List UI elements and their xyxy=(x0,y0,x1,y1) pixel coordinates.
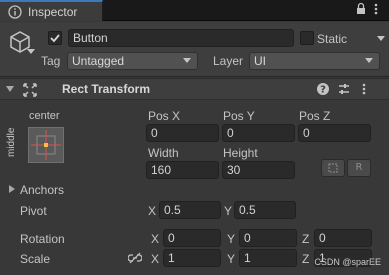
anchor-presets-button[interactable] xyxy=(28,127,64,163)
pivot-x-field[interactable]: 0.5 xyxy=(159,201,221,219)
pos-z-field[interactable]: 0 xyxy=(298,124,371,142)
constrain-proportions-icon[interactable] xyxy=(128,252,142,264)
layer-label: Layer xyxy=(213,54,244,68)
rect-transform-icon xyxy=(23,83,37,97)
rect-transform-header[interactable]: Rect Transform ? xyxy=(0,78,389,100)
raw-edit-label: R xyxy=(355,162,363,173)
pos-y-field[interactable]: 0 xyxy=(222,124,295,142)
presets-icon[interactable] xyxy=(337,82,351,96)
blueprint-icon xyxy=(328,163,338,173)
pos-x-label: Pos X xyxy=(148,109,181,123)
rotation-y-field[interactable]: 0 xyxy=(239,229,297,247)
tag-dropdown[interactable]: Untagged xyxy=(67,52,198,70)
active-checkbox[interactable] xyxy=(48,31,62,45)
pivot-y-field[interactable]: 0.5 xyxy=(234,201,296,219)
inspector-tabbar: Inspector xyxy=(0,0,389,21)
pos-x-field[interactable]: 0 xyxy=(146,124,219,142)
checkmark-icon xyxy=(50,34,60,43)
tag-value: Untagged xyxy=(72,54,125,68)
scale-x-label[interactable]: X xyxy=(151,251,159,267)
static-label: Static xyxy=(317,32,348,46)
lock-icon[interactable] xyxy=(355,2,367,20)
pivot-label: Pivot xyxy=(20,204,47,218)
static-dropdown-caret-icon[interactable] xyxy=(377,36,385,41)
height-field[interactable]: 30 xyxy=(222,161,295,179)
anchors-label[interactable]: Anchors xyxy=(20,182,64,198)
width-field[interactable]: 160 xyxy=(146,161,219,179)
anchor-crosshair-icon xyxy=(31,130,61,160)
rotation-z-field[interactable]: 0 xyxy=(314,229,372,247)
scale-y-label[interactable]: Y xyxy=(227,251,235,267)
pivot-x-label[interactable]: X xyxy=(148,203,156,219)
chevron-down-icon xyxy=(365,58,373,63)
height-label: Height xyxy=(223,146,258,160)
anchor-horizontal-label: center xyxy=(29,110,60,122)
rotation-y-label[interactable]: Y xyxy=(227,231,235,247)
rotation-x-field[interactable]: 0 xyxy=(163,229,221,247)
pivot-y-label[interactable]: Y xyxy=(224,203,232,219)
blueprint-mode-button[interactable] xyxy=(321,159,345,177)
foldout-expanded-icon[interactable] xyxy=(6,86,14,92)
width-label: Width xyxy=(148,146,179,160)
object-name-field[interactable]: Button xyxy=(68,29,294,47)
layer-value: UI xyxy=(254,54,266,68)
rotation-z-label[interactable]: Z xyxy=(302,231,309,247)
scale-y-field[interactable]: 1 xyxy=(239,249,297,267)
scale-x-field[interactable]: 1 xyxy=(163,249,221,267)
more-options-icon[interactable] xyxy=(374,2,378,20)
raw-edit-button[interactable]: R xyxy=(347,159,371,177)
scale-z-label[interactable]: Z xyxy=(302,251,309,267)
rotation-label: Rotation xyxy=(20,232,65,246)
icon-dropdown-caret-icon[interactable] xyxy=(27,49,35,54)
object-header: Button Static Tag Untagged Layer UI xyxy=(0,22,389,77)
layer-dropdown[interactable]: UI xyxy=(249,52,380,70)
more-options-icon[interactable] xyxy=(362,82,366,96)
anchor-vertical-label: middle xyxy=(6,127,17,157)
watermark-text: CSDN @sparEE xyxy=(314,257,381,267)
static-checkbox[interactable] xyxy=(300,31,314,45)
tag-label: Tag xyxy=(41,54,61,68)
chevron-down-icon xyxy=(183,58,191,63)
component-title: Rect Transform xyxy=(62,82,151,96)
svg-text:?: ? xyxy=(320,85,326,96)
info-icon xyxy=(8,5,22,19)
scale-label: Scale xyxy=(20,252,51,266)
anchors-foldout-icon[interactable] xyxy=(9,185,15,193)
inspector-tab-label: Inspector xyxy=(28,5,78,19)
rotation-x-label[interactable]: X xyxy=(151,231,159,247)
inspector-tab[interactable]: Inspector xyxy=(0,0,103,21)
help-icon[interactable]: ? xyxy=(316,82,330,96)
pos-z-label: Pos Z xyxy=(299,109,331,123)
pos-y-label: Pos Y xyxy=(223,109,255,123)
